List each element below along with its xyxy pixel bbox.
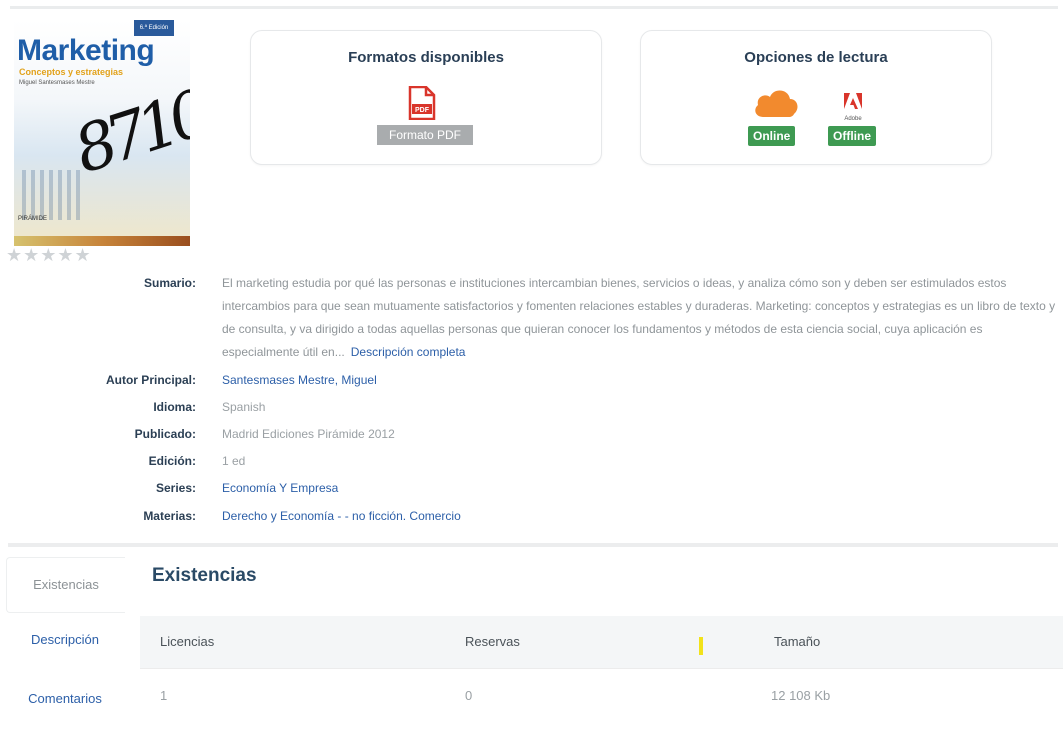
adobe-icon[interactable]: Adobe <box>833 89 873 123</box>
book-detail-page: 6.ª Edición Marketing Conceptos y estrat… <box>0 0 1063 732</box>
read-online-button[interactable]: Online <box>748 126 796 146</box>
cell-licencias: 1 <box>160 688 168 703</box>
subjects-link[interactable]: Derecho y Economía - - no ficción. Comer… <box>222 505 461 527</box>
pdf-file-icon[interactable]: PDF <box>407 86 437 120</box>
edition-value: 1 ed <box>222 454 246 468</box>
pdf-icon-label: PDF <box>415 107 430 114</box>
author-link[interactable]: Santesmases Mestre, Miguel <box>222 369 377 391</box>
cell-reservas: 0 <box>465 688 473 703</box>
column-header-reservas: Reservas <box>465 634 520 649</box>
highlight-marker <box>699 637 703 655</box>
series-label: Series: <box>155 481 196 495</box>
cover-publisher: PIRÁMIDE <box>18 216 48 222</box>
tab-existencias[interactable]: Existencias <box>6 557 125 613</box>
cover-subtitle: Conceptos y estrategias <box>19 67 124 77</box>
edition-label: Edición: <box>148 454 196 468</box>
full-description-link[interactable]: Descripción completa <box>351 345 466 359</box>
cover-title: Marketing <box>17 34 155 67</box>
read-offline-button[interactable]: Offline <box>828 126 876 146</box>
formats-panel: Formatos disponibles PDF Formato PDF <box>250 30 602 165</box>
top-divider <box>10 6 1058 9</box>
stock-table-header <box>140 616 1063 668</box>
reading-options-panel: Opciones de lectura Adobe Online Offline <box>640 30 992 165</box>
cover-numbers: 8710 <box>65 77 190 189</box>
summary-label: Sumario: <box>143 276 196 290</box>
adobe-label: Adobe <box>844 116 862 122</box>
summary-body: El marketing estudia por qué las persona… <box>222 276 1056 359</box>
pdf-format-button[interactable]: Formato PDF <box>377 125 473 145</box>
summary-text: El marketing estudia por qué las persona… <box>222 272 1058 364</box>
published-value: Madrid Ediciones Pirámide 2012 <box>222 427 395 441</box>
stock-section-title: Existencias <box>152 565 257 586</box>
cell-tamano: 12 108 Kb <box>771 688 831 703</box>
section-divider <box>8 543 1058 547</box>
cloud-icon[interactable] <box>751 85 801 121</box>
cover-illustration <box>22 170 82 220</box>
table-row-divider <box>140 668 1063 669</box>
cover-author: Miguel Santesmases Mestre <box>19 80 95 86</box>
formats-title: Formatos disponibles <box>348 49 504 66</box>
reading-options-title: Opciones de lectura <box>744 49 888 66</box>
published-label: Publicado: <box>134 427 196 441</box>
column-header-tamano: Tamaño <box>774 634 821 649</box>
author-label: Autor Principal: <box>105 373 196 387</box>
rating-stars[interactable]: ★★★★★ <box>6 245 92 266</box>
tab-comentarios[interactable]: Comentarios <box>6 672 124 726</box>
language-value: Spanish <box>222 400 266 414</box>
language-label: Idioma: <box>153 400 196 414</box>
subjects-label: Materias: <box>143 509 196 523</box>
column-header-licencias: Licencias <box>160 634 215 649</box>
tab-descripcion[interactable]: Descripción <box>6 613 124 667</box>
series-link[interactable]: Economía Y Empresa <box>222 477 338 499</box>
book-cover[interactable]: 6.ª Edición Marketing Conceptos y estrat… <box>14 20 190 246</box>
